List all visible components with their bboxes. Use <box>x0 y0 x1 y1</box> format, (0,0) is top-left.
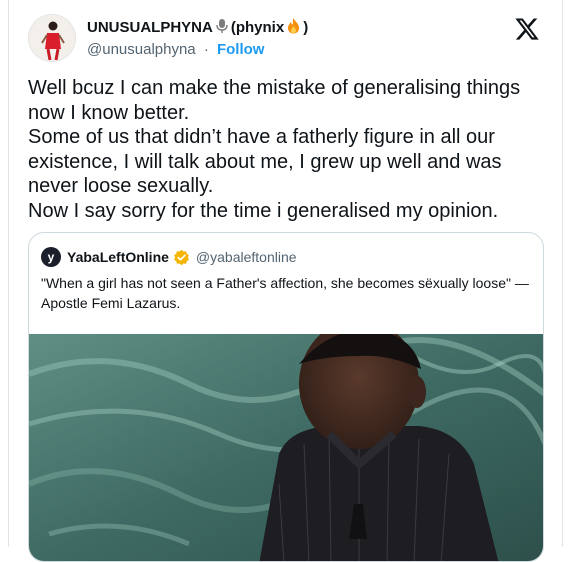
tweet-card: UNUSUALPHYNA (phynix ) @unusualphyna · F… <box>8 0 563 562</box>
microphone-icon <box>215 18 229 37</box>
author-handle-row: @unusualphyna · Follow <box>87 41 308 58</box>
quoted-tweet-text: "When a girl has not seen a Father's aff… <box>41 275 529 311</box>
follow-link[interactable]: Follow <box>217 41 265 58</box>
quoted-tweet-header: y YabaLeftOnline @yabaleftonline <box>41 247 297 267</box>
quoted-tweet-image[interactable] <box>29 334 543 561</box>
quoted-author-avatar: y <box>41 247 61 267</box>
author-name-close: ) <box>303 18 309 36</box>
x-logo-icon[interactable] <box>514 16 540 42</box>
quoted-tweet[interactable]: y YabaLeftOnline @yabaleftonline "When a… <box>28 232 544 562</box>
author-avatar[interactable] <box>28 14 76 62</box>
fire-icon <box>286 17 301 37</box>
author-header: UNUSUALPHYNA (phynix ) @unusualphyna · F… <box>87 17 308 58</box>
author-handle[interactable]: @unusualphyna <box>87 41 196 58</box>
quoted-author-name: YabaLeftOnline <box>67 249 169 265</box>
verified-badge-icon <box>173 249 190 266</box>
tweet-body: Well bcuz I can make the mistake of gene… <box>28 77 521 222</box>
separator-dot: · <box>203 41 209 58</box>
author-name-suffix: (phynix <box>230 18 285 36</box>
author-display-name[interactable]: UNUSUALPHYNA <box>87 19 213 36</box>
author-name-row[interactable]: UNUSUALPHYNA (phynix ) <box>87 17 308 37</box>
quoted-author-handle: @yabaleftonline <box>195 249 297 265</box>
